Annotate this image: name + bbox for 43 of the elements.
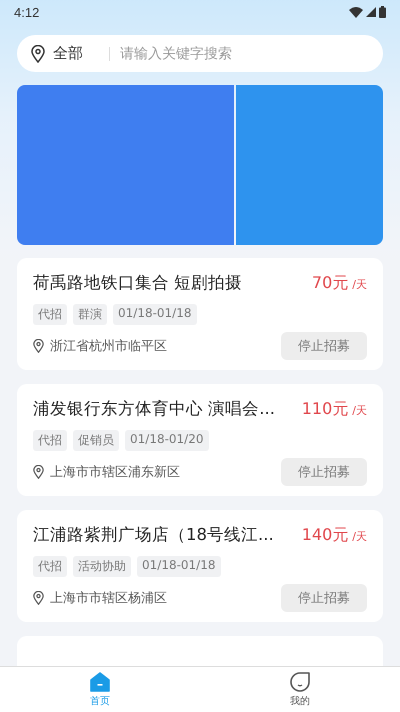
search-bar[interactable]: 全部 请输入关键字搜索 <box>17 35 383 72</box>
job-tag: 活动协助 <box>73 556 131 577</box>
search-input[interactable]: 请输入关键字搜索 <box>120 46 369 62</box>
price-unit: /天 <box>352 529 367 544</box>
location-label[interactable]: 全部 <box>53 44 83 63</box>
job-title: 江浦路紫荆广场店（18号线江... <box>33 524 275 546</box>
job-tag: 代招 <box>33 556 67 577</box>
job-price: 140元 <box>302 525 348 546</box>
job-address: 上海市市辖区浦东新区 <box>50 464 181 481</box>
location-pin-icon <box>31 44 45 62</box>
job-card[interactable]: 浦发银行东方体育中心 演唱会... 110元 /天 代招 促销员 01/18-01/20 上海市市辖区浦东新区 停止招募 <box>17 384 383 496</box>
job-title: 荷禹路地铁口集合 短剧拍摄 <box>33 272 244 294</box>
stop-recruiting-button[interactable]: 停止招募 <box>281 584 367 612</box>
signal-icon <box>366 7 376 17</box>
location-pin-icon <box>33 465 44 479</box>
status-time: 4:12 <box>14 4 40 20</box>
wifi-icon <box>349 6 363 18</box>
profile-icon <box>290 672 310 692</box>
job-tag: 01/18-01/20 <box>125 430 208 451</box>
location-pin-icon <box>33 591 44 605</box>
banner-illustration[interactable] <box>236 85 383 245</box>
job-title: 浦发银行东方体育中心 演唱会... <box>33 398 276 420</box>
job-tag: 群演 <box>73 304 107 325</box>
job-tag: 01/18-01/18 <box>137 556 220 577</box>
location-pin-icon <box>33 339 44 353</box>
price-unit: /天 <box>352 277 367 292</box>
job-tag: 代招 <box>33 430 67 451</box>
banner-illustration[interactable] <box>17 85 234 245</box>
stop-recruiting-button[interactable]: 停止招募 <box>281 458 367 486</box>
price-unit: /天 <box>352 403 367 418</box>
job-price: 110元 <box>302 399 348 420</box>
job-tag: 01/18-01/18 <box>113 304 196 325</box>
job-address: 上海市市辖区杨浦区 <box>50 590 168 607</box>
job-card[interactable]: 荷禹路地铁口集合 短剧拍摄 70元 /天 代招 群演 01/18-01/18 浙江省杭州市临平区 停止招募 <box>17 258 383 370</box>
job-tag: 代招 <box>33 304 67 325</box>
job-tag: 促销员 <box>73 430 119 451</box>
job-card[interactable]: 江浦路紫荆广场店（18号线江... 140元 /天 代招 活动协助 01/18-01/18 上海市市辖区杨浦区 停止招募 <box>17 510 383 622</box>
stop-recruiting-button[interactable]: 停止招募 <box>281 332 367 360</box>
tab-item[interactable]: 我的 <box>200 667 400 712</box>
battery-icon <box>379 6 386 18</box>
job-price: 70元 <box>312 273 348 294</box>
job-address: 浙江省杭州市临平区 <box>50 338 168 355</box>
home-icon <box>90 672 110 692</box>
